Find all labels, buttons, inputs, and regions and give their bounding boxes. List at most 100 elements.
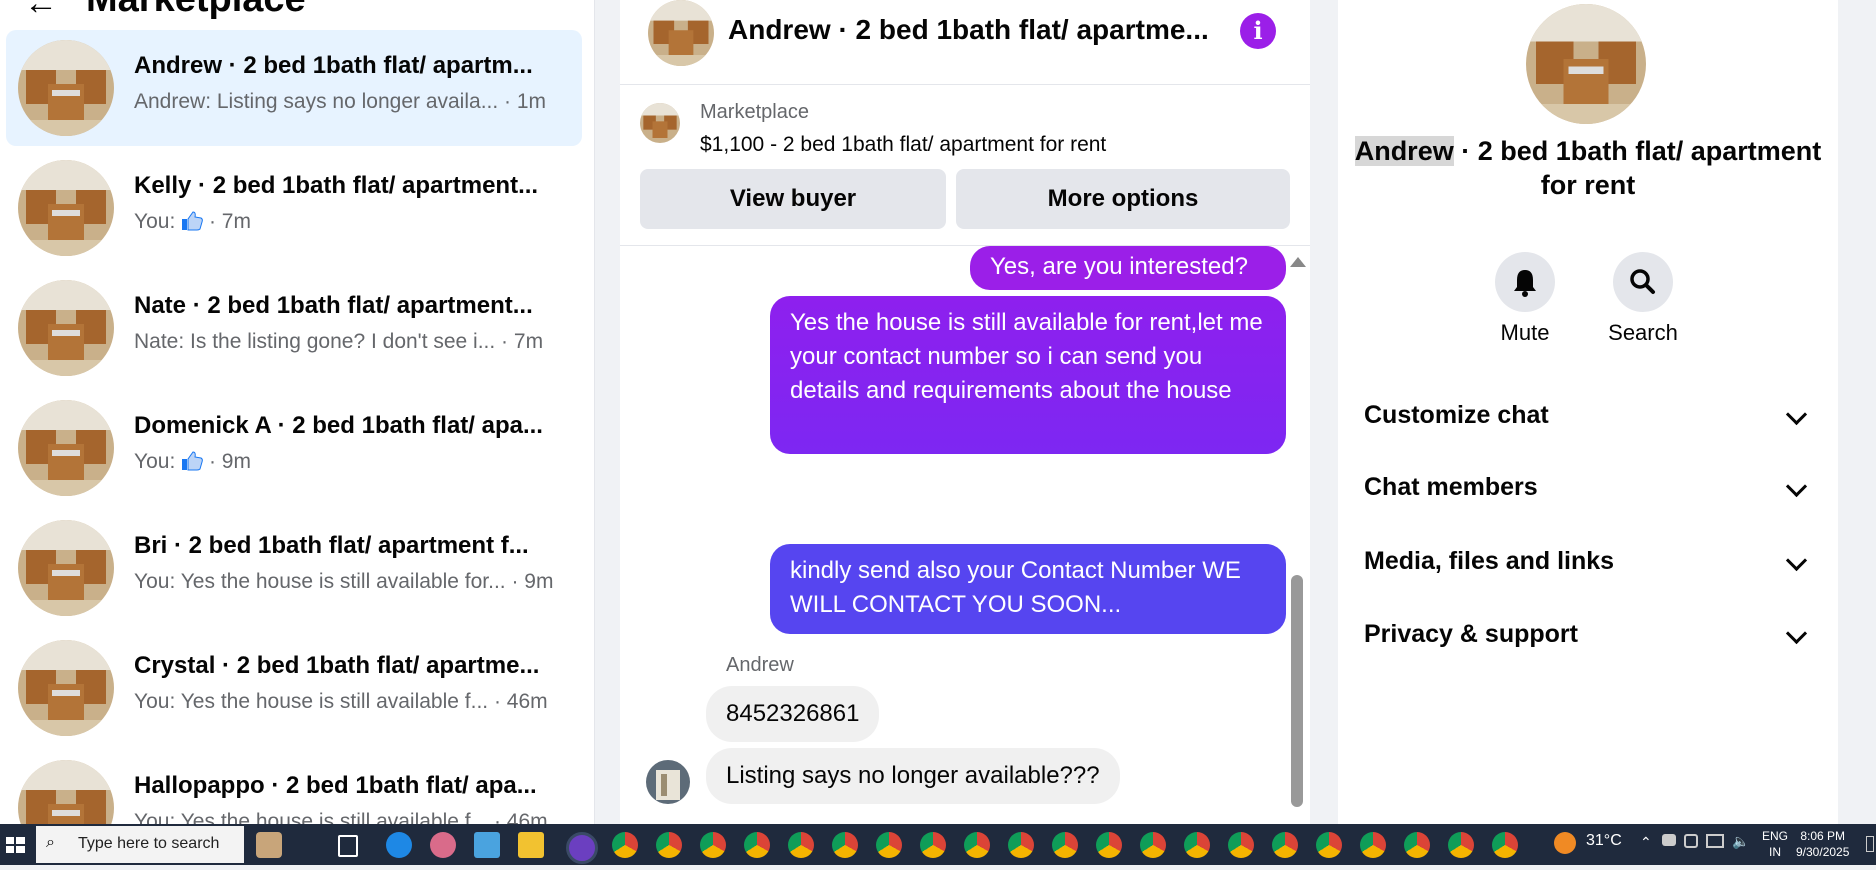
conversation-preview: You: · 9m bbox=[134, 450, 251, 474]
weather-sun-icon[interactable] bbox=[1554, 832, 1576, 854]
chrome-icon[interactable] bbox=[700, 832, 726, 858]
chat-details-panel: Andrew · 2 bed 1bath flat/ apartment for… bbox=[1338, 0, 1838, 824]
conversation-item-hallopappo[interactable]: Hallopappo · 2 bed 1bath flat/ apa... Yo… bbox=[6, 750, 582, 824]
media-files-links-section[interactable]: Media, files and links bbox=[1364, 536, 1814, 586]
conversation-item-domenick[interactable]: Domenick A · 2 bed 1bath flat/ apa... Yo… bbox=[6, 390, 582, 506]
conversation-name: Domenick A · 2 bed 1bath flat/ apa... bbox=[134, 412, 543, 439]
chevron-down-icon bbox=[1785, 403, 1808, 426]
chrome-icon[interactable] bbox=[1052, 832, 1078, 858]
message-outgoing[interactable]: kindly send also your Contact Number WE … bbox=[770, 544, 1286, 634]
chrome-icon[interactable] bbox=[788, 832, 814, 858]
chevron-up-icon[interactable]: ⌃ bbox=[1640, 834, 1652, 851]
chrome-icon[interactable] bbox=[1184, 832, 1210, 858]
chrome-icon[interactable] bbox=[744, 832, 770, 858]
conversation-preview: You: Yes the house is still available f.… bbox=[134, 810, 548, 824]
sender-avatar[interactable] bbox=[646, 760, 690, 804]
listing-thumbnail bbox=[18, 400, 114, 496]
cloud-icon[interactable] bbox=[1662, 834, 1676, 846]
chat-avatar[interactable] bbox=[648, 0, 714, 66]
view-buyer-button[interactable]: View buyer bbox=[640, 169, 946, 229]
conversation-item-bri[interactable]: Bri · 2 bed 1bath flat/ apartment f... Y… bbox=[6, 510, 582, 626]
section-label: Chat members bbox=[1364, 473, 1538, 501]
paint-icon[interactable] bbox=[430, 832, 456, 858]
chrome-icon[interactable] bbox=[1448, 832, 1474, 858]
search-button[interactable] bbox=[1613, 252, 1673, 312]
edge-icon[interactable] bbox=[386, 832, 412, 858]
conversation-item-nate[interactable]: Nate · 2 bed 1bath flat/ apartment... Na… bbox=[6, 270, 582, 386]
chrome-icon[interactable] bbox=[656, 832, 682, 858]
conversation-item-andrew[interactable]: Andrew · 2 bed 1bath flat/ apartm... And… bbox=[6, 30, 582, 146]
chrome-icon[interactable] bbox=[1008, 832, 1034, 858]
taskbar-search-box[interactable]: ⌕ Type here to search bbox=[36, 826, 244, 863]
preview-time: · 9m bbox=[203, 450, 251, 473]
chrome-icon[interactable] bbox=[1404, 832, 1430, 858]
volume-icon[interactable]: 🔈 bbox=[1732, 833, 1749, 850]
search-highlight-icon[interactable] bbox=[256, 832, 282, 858]
file-explorer-icon[interactable] bbox=[518, 832, 544, 858]
message-outgoing[interactable]: Yes, are you interested? bbox=[970, 246, 1286, 290]
start-windows-icon[interactable] bbox=[0, 824, 32, 865]
customize-chat-section[interactable]: Customize chat bbox=[1364, 390, 1814, 440]
region-code: IN bbox=[1769, 845, 1781, 859]
message-outgoing[interactable]: Yes the house is still available for ren… bbox=[770, 296, 1286, 454]
conversation-preview: You: Yes the house is still available fo… bbox=[134, 570, 554, 593]
chevron-down-icon bbox=[1785, 475, 1808, 498]
scroll-up-arrow-icon[interactable] bbox=[1290, 257, 1306, 267]
chrome-icon[interactable] bbox=[1228, 832, 1254, 858]
chat-title[interactable]: Andrew · 2 bed 1bath flat/ apartme... bbox=[728, 14, 1248, 46]
chrome-icon[interactable] bbox=[964, 832, 990, 858]
task-view-icon[interactable] bbox=[338, 835, 358, 857]
message-incoming[interactable]: 8452326861 bbox=[706, 686, 880, 742]
chat-members-section[interactable]: Chat members bbox=[1364, 462, 1814, 512]
section-label: Media, files and links bbox=[1364, 547, 1615, 575]
listing-thumbnail[interactable] bbox=[640, 103, 680, 143]
chrome-active-icon[interactable] bbox=[566, 832, 598, 864]
chrome-icon[interactable] bbox=[1492, 832, 1518, 858]
chevron-down-icon bbox=[1785, 549, 1808, 572]
chrome-icon[interactable] bbox=[920, 832, 946, 858]
privacy-support-section[interactable]: Privacy & support bbox=[1364, 609, 1814, 659]
sender-name: Andrew bbox=[726, 654, 794, 676]
taskbar-search-placeholder: Type here to search bbox=[78, 835, 220, 852]
mute-button[interactable] bbox=[1495, 252, 1555, 312]
panel-title: Marketplace bbox=[86, 0, 306, 21]
chrome-icon[interactable] bbox=[1096, 832, 1122, 858]
more-options-button[interactable]: More options bbox=[956, 169, 1290, 229]
chrome-icon[interactable] bbox=[1272, 832, 1298, 858]
message-incoming[interactable]: Listing says no longer available??? bbox=[706, 748, 1120, 804]
conversation-name: Nate · 2 bed 1bath flat/ apartment... bbox=[134, 292, 533, 319]
conversation-name: Bri · 2 bed 1bath flat/ apartment f... bbox=[134, 532, 529, 559]
chat-header: Andrew · 2 bed 1bath flat/ apartme... i bbox=[620, 0, 1310, 85]
chrome-icon[interactable] bbox=[832, 832, 858, 858]
conversation-item-crystal[interactable]: Crystal · 2 bed 1bath flat/ apartme... Y… bbox=[6, 630, 582, 746]
conversation-name: Andrew · 2 bed 1bath flat/ apartm... bbox=[134, 52, 533, 79]
back-arrow-icon[interactable]: ← bbox=[24, 0, 58, 23]
chrome-icon[interactable] bbox=[1140, 832, 1166, 858]
listing-price[interactable]: $1,100 - 2 bed 1bath flat/ apartment for… bbox=[700, 133, 1106, 157]
network-icon[interactable] bbox=[1706, 834, 1724, 848]
notification-icon[interactable] bbox=[1866, 836, 1874, 852]
chat-details-title: Andrew · 2 bed 1bath flat/ apartment for… bbox=[1338, 134, 1838, 202]
language-indicator[interactable]: ENG IN bbox=[1762, 828, 1788, 860]
preview-time: · 7m bbox=[203, 210, 251, 233]
conversation-preview: Nate: Is the listing gone? I don't see i… bbox=[134, 330, 544, 353]
search-label: Search bbox=[1608, 320, 1678, 345]
clock[interactable]: 8:06 PM 9/30/2025 bbox=[1796, 828, 1849, 860]
chrome-icon[interactable] bbox=[1316, 832, 1342, 858]
chrome-icon[interactable] bbox=[1360, 832, 1386, 858]
language-code: ENG bbox=[1762, 829, 1789, 843]
notepad-icon[interactable] bbox=[474, 832, 500, 858]
scrollbar-thumb[interactable] bbox=[1291, 575, 1303, 807]
info-icon[interactable]: i bbox=[1240, 13, 1276, 49]
search-icon bbox=[1630, 269, 1655, 294]
conversation-list-panel: ← Marketplace Andrew · 2 bed 1bath flat/… bbox=[0, 0, 595, 824]
chrome-icon[interactable] bbox=[876, 832, 902, 858]
listing-thumbnail bbox=[18, 160, 114, 256]
weather-temperature[interactable]: 31°C bbox=[1586, 832, 1622, 850]
preview-prefix: You: bbox=[134, 450, 182, 473]
chat-scrollbar[interactable] bbox=[1288, 257, 1306, 813]
conversation-item-kelly[interactable]: Kelly · 2 bed 1bath flat/ apartment... Y… bbox=[6, 150, 582, 266]
chrome-icon[interactable] bbox=[612, 832, 638, 858]
device-icon[interactable] bbox=[1684, 834, 1698, 848]
listing-thumbnail bbox=[18, 640, 114, 736]
